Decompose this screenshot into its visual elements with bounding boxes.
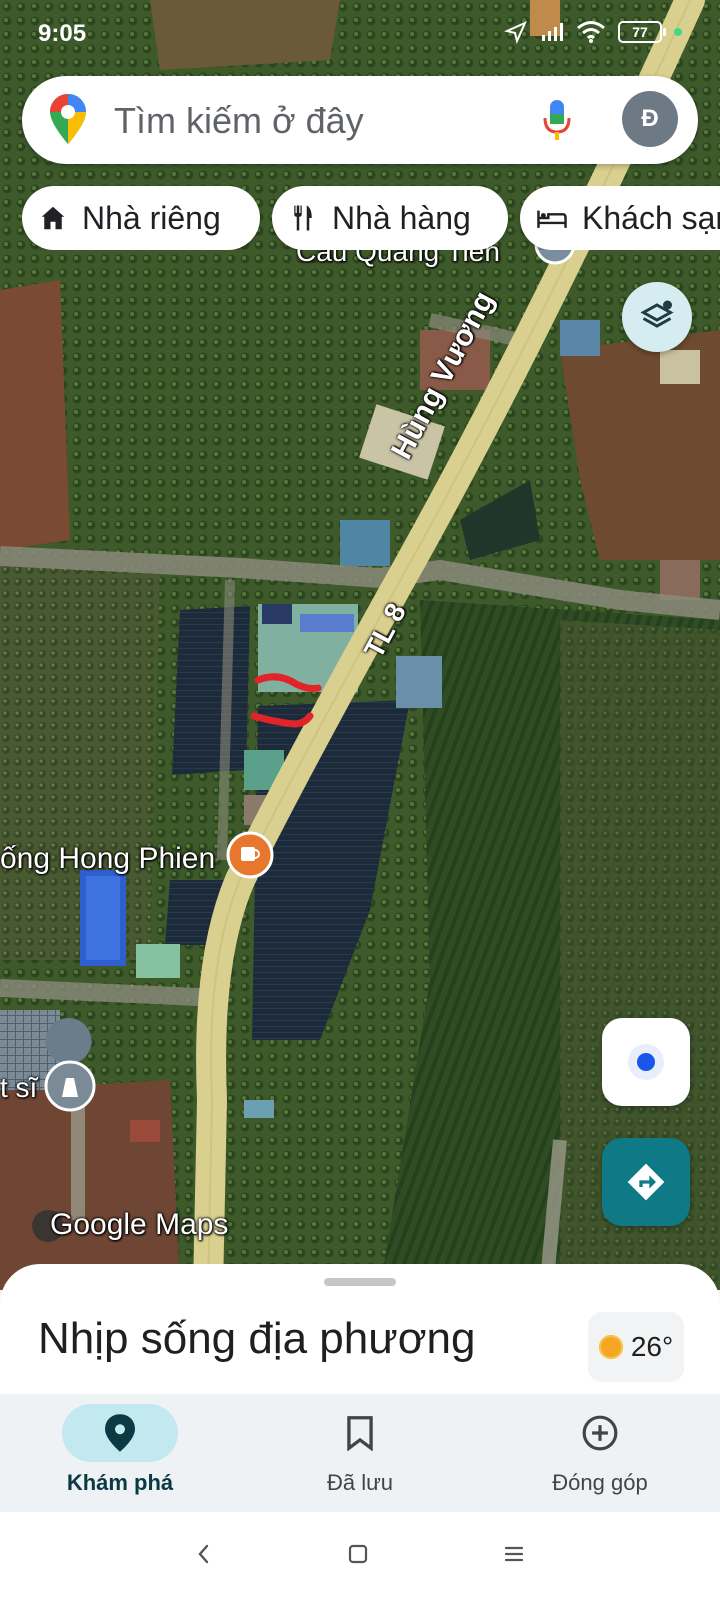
location-pin-icon	[105, 1414, 135, 1452]
add-circle-icon	[582, 1415, 618, 1451]
sun-icon	[598, 1335, 623, 1359]
chip-hotel-label: Khách sạn	[582, 199, 720, 236]
google-maps-pin-icon	[50, 94, 86, 144]
google-maps-logo: Google Maps	[50, 1208, 229, 1241]
microphone-icon[interactable]	[542, 98, 572, 142]
system-navigation-bar	[0, 1512, 720, 1600]
restaurant-icon	[294, 205, 312, 231]
signal-icon	[542, 23, 563, 41]
nav-contribute[interactable]: Đóng góp	[480, 1394, 720, 1512]
status-icons: 77	[504, 20, 682, 44]
sheet-drag-handle[interactable]	[324, 1278, 396, 1286]
search-input[interactable]: Tìm kiếm ở đây	[114, 100, 364, 142]
privacy-indicator	[674, 28, 682, 36]
nav-explore-label: Khám phá	[66, 1470, 174, 1495]
account-avatar[interactable]: Đ	[622, 91, 678, 147]
cafe-label[interactable]: ống Hong Phien	[0, 842, 215, 876]
nav-saved[interactable]: Đã lưu	[240, 1394, 480, 1512]
location-arrow-icon	[504, 21, 527, 44]
layers-button[interactable]	[622, 282, 692, 352]
home-square-icon[interactable]	[346, 1542, 370, 1566]
category-chips: Nhà riêng Nhà hàng Khách sạn	[22, 186, 720, 250]
bottom-navigation: Khám phá Đã lưu Đóng góp	[0, 1394, 720, 1512]
nav-explore-pill	[62, 1404, 178, 1462]
wifi-icon	[577, 21, 605, 43]
memorial-label[interactable]: t sĩ	[0, 1072, 37, 1104]
nav-saved-label: Đã lưu	[326, 1470, 394, 1495]
chip-restaurant-label: Nhà hàng	[332, 199, 471, 236]
chip-restaurant[interactable]: Nhà hàng	[272, 186, 508, 250]
directions-icon	[627, 1163, 665, 1201]
back-icon[interactable]	[192, 1542, 216, 1566]
status-time: 9:05	[38, 20, 87, 47]
search-bar[interactable]: Tìm kiếm ở đây Đ	[22, 76, 698, 164]
chip-home[interactable]: Nhà riêng	[22, 186, 260, 250]
my-location-icon	[628, 1044, 664, 1080]
bookmark-icon	[347, 1416, 373, 1451]
chip-hotel[interactable]: Khách sạn	[520, 186, 720, 250]
hotel-icon	[537, 210, 567, 228]
layers-icon	[640, 300, 674, 328]
battery-indicator: 77	[618, 21, 666, 43]
nav-contribute-label: Đóng góp	[552, 1470, 648, 1495]
my-location-button[interactable]	[602, 1018, 690, 1106]
explore-bottom-sheet[interactable]: Nhịp sống địa phương 26°	[0, 1264, 720, 1394]
status-bar: 9:05 77	[0, 0, 720, 66]
directions-button[interactable]	[602, 1138, 690, 1226]
nav-explore[interactable]: Khám phá	[0, 1394, 240, 1512]
home-icon	[41, 206, 65, 230]
temperature-label: 26°	[630, 1331, 674, 1362]
nav-saved-pill	[302, 1404, 418, 1462]
sheet-title: Nhịp sống địa phương	[38, 1314, 476, 1363]
recents-menu-icon[interactable]	[502, 1542, 526, 1566]
nav-contribute-pill	[542, 1404, 658, 1462]
weather-chip[interactable]: 26°	[588, 1312, 684, 1382]
chip-home-label: Nhà riêng	[82, 199, 221, 236]
